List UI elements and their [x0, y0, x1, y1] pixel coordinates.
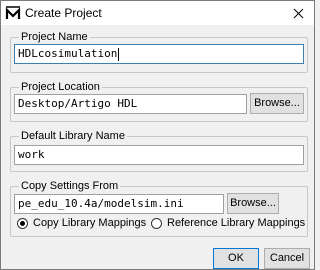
- reference-library-mappings-label: Reference Library Mappings: [167, 217, 306, 229]
- project-name-value: HDLcosimulation: [18, 47, 118, 60]
- copy-library-mappings-label: Copy Library Mappings: [33, 217, 147, 229]
- close-icon: [293, 8, 303, 18]
- copy-settings-value: pe_edu_10.4a/modelsim.ini: [18, 197, 184, 210]
- ok-button[interactable]: OK: [213, 248, 259, 269]
- copy-settings-legend: Copy Settings From: [21, 180, 119, 192]
- radio-dot: [20, 220, 25, 226]
- copy-library-mappings-option[interactable]: Copy Library Mappings: [17, 217, 146, 229]
- text-caret: [118, 47, 120, 61]
- project-location-field[interactable]: Desktop/Artigo HDL: [14, 94, 247, 114]
- modelsim-logo-icon: [5, 6, 21, 19]
- default-library-value: work: [18, 148, 45, 161]
- default-library-legend: Default Library Name: [21, 130, 125, 142]
- project-location-legend: Project Location: [21, 81, 100, 93]
- copy-settings-field[interactable]: pe_edu_10.4a/modelsim.ini: [14, 194, 224, 214]
- project-name-legend: Project Name: [21, 31, 88, 43]
- title-bar: Create Project: [1, 1, 314, 25]
- radio-button-selected[interactable]: [17, 217, 28, 229]
- default-library-field[interactable]: work: [14, 145, 304, 165]
- cancel-button[interactable]: Cancel: [264, 248, 310, 269]
- radio-button-unselected[interactable]: [151, 217, 162, 229]
- project-location-browse-button[interactable]: Browse...: [250, 93, 304, 114]
- reference-library-mappings-option[interactable]: Reference Library Mappings: [151, 217, 305, 229]
- copy-settings-browse-button[interactable]: Browse...: [227, 193, 279, 214]
- close-button[interactable]: [286, 3, 310, 23]
- create-project-dialog: Create Project Project Name HDLcosimulat…: [0, 0, 315, 270]
- window-title: Create Project: [25, 6, 102, 20]
- project-location-value: Desktop/Artigo HDL: [18, 97, 138, 110]
- project-name-field[interactable]: HDLcosimulation: [14, 44, 304, 64]
